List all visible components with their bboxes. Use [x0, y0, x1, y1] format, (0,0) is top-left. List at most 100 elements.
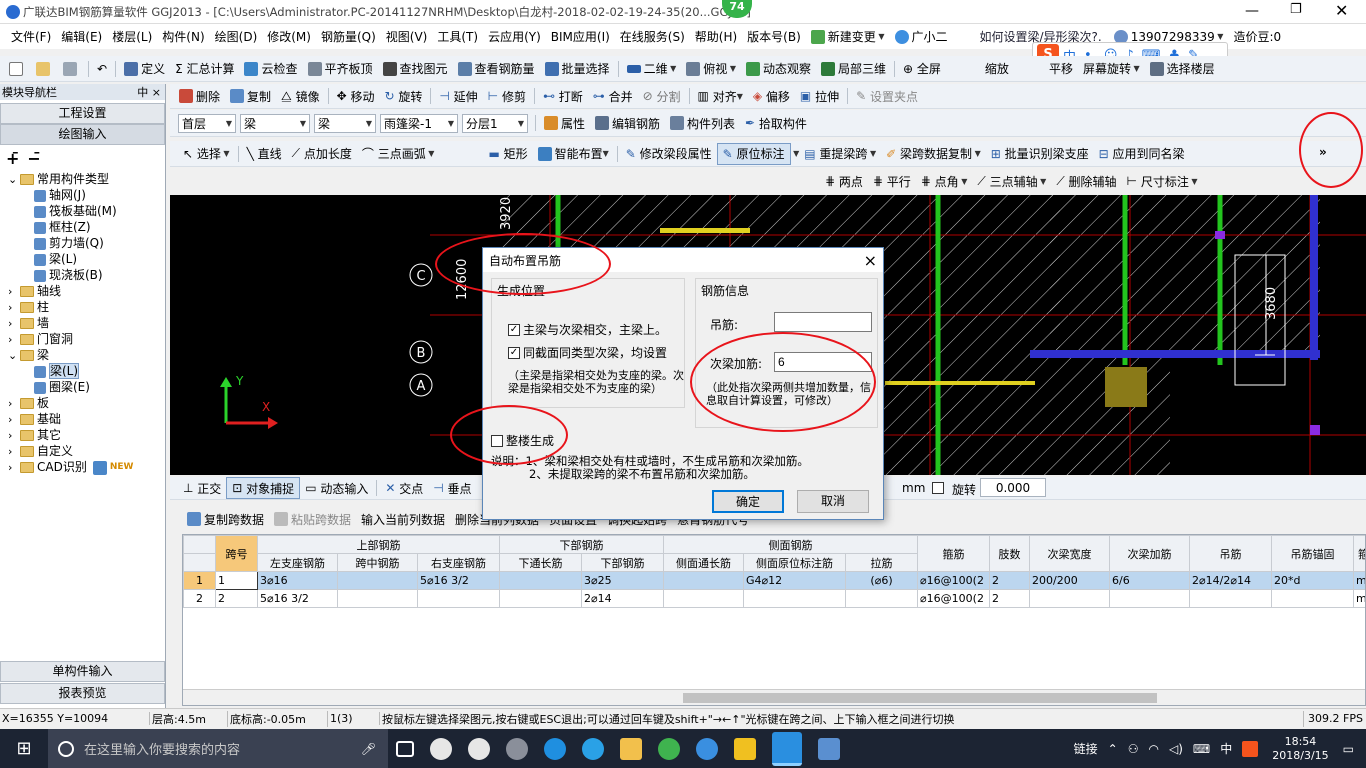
re-extract-span-dropdown[interactable]: ▤ 重提梁跨 ▼ [799, 143, 881, 165]
collapse-all-icon[interactable]: −̄ [27, 149, 40, 168]
dynamic-input-toggle[interactable]: ▭ 动态输入 [300, 477, 373, 499]
chevron-right-icon[interactable]: › [8, 332, 20, 348]
ie-icon[interactable] [582, 737, 604, 760]
col-stirrup-more[interactable]: 箍 [1353, 535, 1365, 572]
break-button[interactable]: ⊷ 打断 [538, 85, 588, 107]
line-button[interactable]: ╲ 直线 [242, 143, 287, 165]
tree-item[interactable]: › 板 [8, 395, 165, 411]
menu-modify[interactable]: 修改(M) [262, 26, 316, 48]
drawing-input-button[interactable]: 绘图输入 [0, 124, 165, 145]
menu-component[interactable]: 构件(N) [157, 26, 209, 48]
cell[interactable] [337, 571, 418, 590]
col-hanger[interactable]: 吊筋 [1189, 535, 1273, 572]
table-hscrollbar[interactable] [183, 689, 1365, 705]
parallel-axis-button[interactable]: ⋕ 平行 [868, 170, 916, 192]
cell[interactable]: ma [1353, 571, 1365, 590]
selected-beam-h[interactable] [1030, 350, 1320, 358]
intersection-snap[interactable]: ✕ 交点 [380, 477, 428, 499]
cell[interactable]: 2⌀14 [581, 589, 665, 608]
col-secondary-width[interactable]: 次梁宽度 [1029, 535, 1111, 572]
tree-item[interactable]: 剪力墙(Q) [8, 235, 165, 251]
cell[interactable]: 1 [215, 571, 258, 590]
dynamic-view-button[interactable]: 动态观察 [741, 58, 816, 80]
cell[interactable]: 3⌀25 [581, 571, 665, 590]
tree-item[interactable]: › 自定义 [8, 443, 165, 459]
tree-item[interactable]: 筏板基础(M) [8, 203, 165, 219]
open-file-button[interactable] [31, 58, 58, 80]
offset-button[interactable]: ◈ 偏移 [748, 85, 795, 107]
tree-item[interactable]: 梁(L) [8, 251, 165, 267]
tree-item[interactable]: 框柱(Z) [8, 219, 165, 235]
component-select[interactable]: 雨篷梁-1 ▼ [380, 113, 458, 133]
cell[interactable] [1109, 589, 1191, 608]
cell[interactable]: 6/6 [1109, 571, 1191, 590]
cost-beans[interactable]: 造价豆:0 [1228, 26, 1286, 48]
undo-button[interactable]: ↶ [92, 58, 112, 80]
define-button[interactable]: 定义 [119, 58, 170, 80]
cell[interactable]: 200/200 [1029, 571, 1111, 590]
find-element-button[interactable]: 查找图元 [378, 58, 453, 80]
cell[interactable]: (⌀6) [845, 571, 919, 590]
minimize-button[interactable]: — [1245, 3, 1259, 19]
clock[interactable]: 18:54 2018/3/15 [1272, 735, 1328, 763]
tree-item[interactable]: ⌄ 梁 [8, 347, 165, 363]
smart-layout-dropdown[interactable]: 智能布置 ▼ [533, 143, 614, 165]
modify-span-props-button[interactable]: ✎ 修改梁段属性 [621, 143, 717, 165]
perpendicular-snap[interactable]: ⊣ 垂点 [428, 477, 476, 499]
cell[interactable]: 2 [989, 589, 1031, 608]
cell[interactable] [1271, 589, 1355, 608]
single-component-input-button[interactable]: 单构件输入 [0, 661, 165, 682]
cell[interactable] [743, 589, 847, 608]
input-column-data-button[interactable]: 输入当前列数据 [356, 508, 450, 530]
align-dropdown[interactable]: ▥ 对齐 ▼ [693, 85, 748, 107]
cell[interactable] [499, 589, 583, 608]
col-span-no[interactable]: 跨号 [215, 535, 258, 572]
tree-item[interactable]: 轴网(J) [8, 187, 165, 203]
col-stirrup[interactable]: 箍筋 [917, 535, 991, 572]
chevron-right-icon[interactable]: › [8, 444, 20, 460]
menu-floor[interactable]: 楼层(L) [107, 26, 157, 48]
local-3d-button[interactable]: 局部三维 [816, 58, 891, 80]
tree-item[interactable]: › 基础 [8, 411, 165, 427]
apply-same-name-button[interactable]: ⊟ 应用到同名梁 [1094, 143, 1190, 165]
hanger-input[interactable] [774, 312, 872, 332]
cell[interactable] [499, 571, 583, 590]
col-mid-span[interactable]: 跨中钢筋 [337, 553, 418, 572]
zoom-dropdown[interactable]: 缩放 [980, 58, 1014, 80]
cell[interactable]: 2 [215, 589, 258, 608]
tray-keyboard-icon[interactable]: ⌨ [1193, 742, 1210, 756]
col-hanger-anchor[interactable]: 吊筋锚固 [1271, 535, 1355, 572]
select-dropdown[interactable]: ↖ 选择 ▼ [178, 143, 235, 165]
file-explorer-icon[interactable] [620, 737, 642, 760]
category-select[interactable]: 梁 ▼ [240, 113, 310, 133]
point-length-button[interactable]: ⟋ 点加长度 [287, 143, 357, 165]
ok-button[interactable]: 确定 [712, 490, 784, 513]
set-grip-button[interactable]: ✎ 设置夹点 [851, 85, 923, 107]
tree-item[interactable]: 圈梁(E) [8, 379, 165, 395]
cloud-check-button[interactable]: 云检查 [239, 58, 302, 80]
restore-button[interactable]: ❐ [1290, 2, 1302, 17]
span-data-copy-dropdown[interactable]: ✐ 梁跨数据复制 ▼ [881, 143, 986, 165]
menu-bim[interactable]: BIM应用(I) [546, 26, 615, 48]
dialog-close-icon[interactable]: × [864, 251, 877, 270]
edit-rebar-button[interactable]: 编辑钢筋 [590, 112, 665, 134]
pick-component-button[interactable]: ✒ 拾取构件 [740, 112, 812, 134]
tray-sogou-icon[interactable] [1242, 740, 1259, 757]
two-point-axis-button[interactable]: ⋕ 两点 [820, 170, 868, 192]
chevron-right-icon[interactable]: › [8, 316, 20, 332]
menu-tools[interactable]: 工具(T) [432, 26, 483, 48]
component-list-button[interactable]: 构件列表 [665, 112, 740, 134]
edge-icon[interactable] [544, 737, 566, 760]
in-situ-annotation-button[interactable]: ✎ 原位标注 [716, 142, 791, 165]
edge-legacy-icon[interactable] [468, 737, 490, 760]
delete-button[interactable]: 删除 [174, 85, 225, 107]
calc-summary-button[interactable]: Σ 汇总计算 [170, 58, 239, 80]
col-right-support[interactable]: 右支座钢筋 [416, 553, 501, 572]
tree-item[interactable]: 现浇板(B) [8, 267, 165, 283]
cancel-button[interactable]: 取消 [797, 490, 869, 513]
stretch-button[interactable]: ▣ 拉伸 [795, 85, 844, 107]
cell[interactable] [663, 589, 745, 608]
table-row[interactable]: 2 2 5⌀16 3/2 2⌀14 ⌀16@100(2 2 ma [183, 589, 1365, 608]
extend-button[interactable]: ⊣ 延伸 [434, 85, 482, 107]
fan-app-icon[interactable] [430, 737, 452, 760]
